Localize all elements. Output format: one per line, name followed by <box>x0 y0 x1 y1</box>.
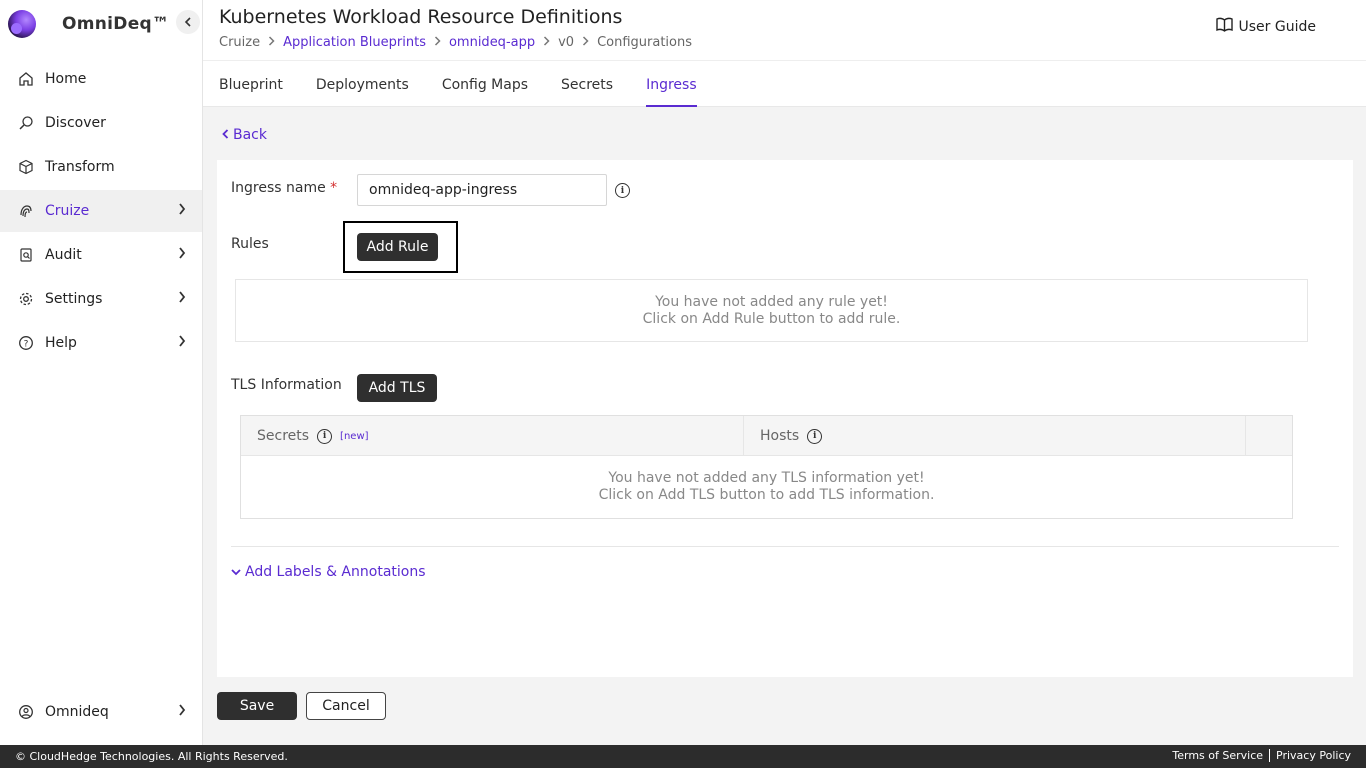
info-icon[interactable]: i <box>807 428 823 444</box>
chevron-right-icon <box>582 36 589 49</box>
info-icon[interactable]: i <box>317 428 333 444</box>
sidebar-item-transform[interactable]: Transform <box>0 146 202 188</box>
tab-config-maps[interactable]: Config Maps <box>442 61 528 107</box>
chevron-right-icon <box>543 36 550 49</box>
sidebar-item-discover[interactable]: Discover <box>0 102 202 144</box>
chevron-left-icon <box>184 17 191 27</box>
audit-icon <box>17 246 35 264</box>
tab-blueprint[interactable]: Blueprint <box>219 61 283 107</box>
ingress-form: Ingress name * i Rules Add Rule You have… <box>217 160 1353 677</box>
privacy-link[interactable]: Privacy Policy <box>1276 749 1351 762</box>
chevron-left-icon <box>222 127 229 143</box>
user-guide-label: User Guide <box>1238 18 1316 35</box>
svg-text:?: ? <box>24 340 29 350</box>
sidebar-item-label: Settings <box>45 291 103 307</box>
info-icon[interactable]: i <box>615 183 630 198</box>
column-title: Secrets <box>257 428 310 444</box>
help-icon: ? <box>17 334 35 352</box>
back-label: Back <box>233 127 267 143</box>
sidebar-item-label: Cruize <box>45 203 90 219</box>
chevron-right-icon <box>178 247 186 263</box>
chevron-right-icon <box>178 335 186 351</box>
sidebar-item-settings[interactable]: Settings <box>0 278 202 320</box>
ingress-name-input[interactable] <box>357 174 607 206</box>
rules-empty-hint: Click on Add Rule button to add rule. <box>642 311 901 327</box>
terms-link[interactable]: Terms of Service <box>1172 749 1263 762</box>
chevron-down-icon <box>231 564 241 580</box>
required-marker: * <box>330 180 338 196</box>
ingress-name-label-text: Ingress name <box>231 180 326 196</box>
breadcrumb-link[interactable]: Application Blueprints <box>283 35 426 50</box>
chevron-right-icon <box>178 704 186 720</box>
tls-empty-hint: Click on Add TLS button to add TLS infor… <box>598 487 935 503</box>
breadcrumb-link[interactable]: omnideq-app <box>449 35 535 50</box>
new-secret-link[interactable]: [new] <box>340 431 368 442</box>
home-icon <box>17 70 35 88</box>
page-header: Kubernetes Workload Resource Definitions… <box>203 0 1366 60</box>
sidebar-item-label: Transform <box>45 159 115 175</box>
chevron-right-icon <box>178 203 186 219</box>
sidebar-item-label: Omnideq <box>45 704 109 720</box>
add-rule-button[interactable]: Add Rule <box>357 233 438 261</box>
cube-icon <box>17 158 35 176</box>
rules-empty-text: You have not added any rule yet! <box>655 294 888 310</box>
sidebar: OmniDeq™ Home Discover Transform Cruize … <box>0 0 203 745</box>
brand-name: OmniDeq™ <box>62 14 170 34</box>
divider <box>231 546 1339 547</box>
actions-column-header <box>1246 416 1292 456</box>
sidebar-item-label: Help <box>45 335 77 351</box>
tls-empty-state: You have not added any TLS information y… <box>241 456 1292 504</box>
footer-divider <box>1269 749 1271 762</box>
breadcrumb-item: Cruize <box>219 35 261 50</box>
footer-links: Terms of Service Privacy Policy <box>1172 749 1351 762</box>
sidebar-item-label: Audit <box>45 247 82 263</box>
ingress-name-label: Ingress name * <box>231 180 337 196</box>
sidebar-item-help[interactable]: ? Help <box>0 322 202 364</box>
config-tabs: Blueprint Deployments Config Maps Secret… <box>203 60 1366 107</box>
back-link[interactable]: Back <box>222 127 267 143</box>
discover-icon <box>17 114 35 132</box>
rules-label: Rules <box>231 236 269 252</box>
user-guide-link[interactable]: User Guide <box>1215 17 1316 36</box>
sidebar-item-cruize[interactable]: Cruize <box>0 190 202 232</box>
tab-secrets[interactable]: Secrets <box>561 61 613 107</box>
sidebar-item-home[interactable]: Home <box>0 58 202 100</box>
breadcrumb-item: v0 <box>558 35 575 50</box>
collapse-sidebar-button[interactable] <box>176 10 200 34</box>
book-icon <box>1215 17 1233 36</box>
chevron-right-icon <box>268 36 275 49</box>
hosts-column-header: Hosts i <box>744 416 1246 456</box>
breadcrumb: Cruize Application Blueprints omnideq-ap… <box>219 35 692 50</box>
fingerprint-icon <box>17 202 35 220</box>
cancel-button[interactable]: Cancel <box>306 692 386 720</box>
tab-deployments[interactable]: Deployments <box>316 61 409 107</box>
tls-table: Secrets i [new] Hosts i You have not add… <box>240 415 1293 519</box>
user-icon <box>17 703 35 721</box>
add-labels-annotations-toggle[interactable]: Add Labels & Annotations <box>231 564 426 580</box>
tab-ingress[interactable]: Ingress <box>646 61 697 107</box>
secrets-column-header: Secrets i [new] <box>241 416 744 456</box>
omnideq-logo <box>8 10 36 38</box>
add-tls-button[interactable]: Add TLS <box>357 374 437 402</box>
copyright-text: © CloudHedge Technologies. All Rights Re… <box>15 750 288 763</box>
page-title: Kubernetes Workload Resource Definitions <box>219 6 623 28</box>
footer: © CloudHedge Technologies. All Rights Re… <box>0 745 1366 768</box>
sidebar-item-user[interactable]: Omnideq <box>0 691 202 733</box>
rules-empty-state: You have not added any rule yet! Click o… <box>235 279 1308 342</box>
breadcrumb-item: Configurations <box>597 35 693 50</box>
sidebar-item-label: Home <box>45 71 87 87</box>
brand: OmniDeq™ <box>0 0 202 48</box>
chevron-right-icon <box>178 291 186 307</box>
save-button[interactable]: Save <box>217 692 297 720</box>
chevron-right-icon <box>434 36 441 49</box>
labels-annotations-label: Add Labels & Annotations <box>245 564 426 580</box>
sidebar-item-audit[interactable]: Audit <box>0 234 202 276</box>
tls-table-header: Secrets i [new] Hosts i <box>241 416 1292 456</box>
tls-empty-text: You have not added any TLS information y… <box>608 470 925 486</box>
sidebar-nav: Home Discover Transform Cruize Audit Set… <box>0 58 202 364</box>
gear-icon <box>17 290 35 308</box>
column-title: Hosts <box>760 428 800 444</box>
tls-label: TLS Information <box>231 377 342 393</box>
sidebar-item-label: Discover <box>45 115 106 131</box>
